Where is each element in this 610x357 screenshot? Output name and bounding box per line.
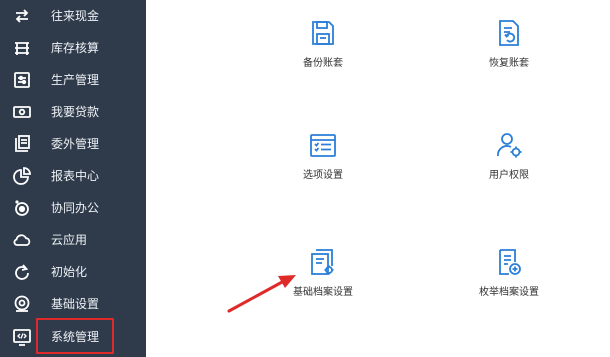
sidebar-item-label: 基础设置 bbox=[51, 297, 100, 311]
highlight-box bbox=[36, 318, 114, 354]
tile-basic-archive-settings[interactable]: 基础档案设置 bbox=[273, 247, 373, 307]
sidebar-item-label: 库存核算 bbox=[51, 41, 100, 55]
sidebar-item-label: 往来现金 bbox=[51, 9, 100, 23]
sidebar-item-reports[interactable]: 报表中心 bbox=[0, 160, 146, 192]
code-monitor-icon bbox=[10, 326, 34, 348]
outsource-doc-icon bbox=[10, 133, 34, 155]
sidebar-item-init[interactable]: 初始化 bbox=[0, 256, 146, 288]
sidebar-item-label: 我要贷款 bbox=[51, 105, 100, 119]
sidebar-item-production[interactable]: 生产管理 bbox=[0, 64, 146, 96]
money-icon bbox=[10, 101, 34, 123]
tile-label: 基础档案设置 bbox=[293, 287, 353, 298]
pie-chart-icon bbox=[10, 165, 34, 187]
settings-icon bbox=[10, 293, 34, 315]
collaboration-icon bbox=[10, 197, 34, 219]
sliders-icon bbox=[10, 69, 34, 91]
sidebar-item-cash[interactable]: 往来现金 bbox=[0, 0, 146, 32]
backup-save-icon bbox=[308, 18, 338, 48]
options-list-icon bbox=[308, 130, 338, 160]
sidebar-item-label: 云应用 bbox=[51, 233, 88, 247]
sidebar-item-loan[interactable]: 我要贷款 bbox=[0, 96, 146, 128]
tile-label: 选项设置 bbox=[303, 170, 343, 181]
sidebar-item-inventory[interactable]: 库存核算 bbox=[0, 32, 146, 64]
cloud-icon bbox=[10, 229, 34, 251]
sidebar-item-label: 报表中心 bbox=[51, 169, 100, 183]
tile-user-permissions[interactable]: 用户权限 bbox=[459, 130, 559, 190]
refresh-icon bbox=[10, 261, 34, 283]
tile-enum-archive-settings[interactable]: 枚举档案设置 bbox=[459, 247, 559, 307]
tile-restore[interactable]: 恢复账套 bbox=[459, 18, 559, 78]
sidebar-item-cloud[interactable]: 云应用 bbox=[0, 224, 146, 256]
sidebar: 往来现金 库存核算 生产管理 我要贷款 委外管理 报表中心 协同办公 云应用 初… bbox=[0, 0, 146, 357]
sidebar-item-basic-settings[interactable]: 基础设置 bbox=[0, 288, 146, 320]
archive-plus-icon bbox=[494, 247, 524, 277]
exchange-arrows-icon bbox=[10, 5, 34, 27]
tile-label: 恢复账套 bbox=[489, 58, 529, 69]
warehouse-icon bbox=[10, 37, 34, 59]
sidebar-item-label: 初始化 bbox=[51, 265, 88, 279]
sidebar-item-label: 协同办公 bbox=[51, 201, 100, 215]
restore-doc-icon bbox=[494, 18, 524, 48]
tile-label: 枚举档案设置 bbox=[479, 287, 539, 298]
main-panel: 备份账套 恢复账套 选项设置 用户权限 基础档案设置 枚举档案设置 bbox=[146, 0, 610, 357]
sidebar-item-label: 委外管理 bbox=[51, 137, 100, 151]
tile-label: 备份账套 bbox=[303, 58, 343, 69]
tile-backup[interactable]: 备份账套 bbox=[273, 18, 373, 78]
tile-options[interactable]: 选项设置 bbox=[273, 130, 373, 190]
archive-gear-icon bbox=[308, 247, 338, 277]
user-gear-icon bbox=[494, 130, 524, 160]
tile-label: 用户权限 bbox=[489, 170, 529, 181]
sidebar-item-outsource[interactable]: 委外管理 bbox=[0, 128, 146, 160]
sidebar-item-label: 生产管理 bbox=[51, 73, 100, 87]
sidebar-item-collab[interactable]: 协同办公 bbox=[0, 192, 146, 224]
